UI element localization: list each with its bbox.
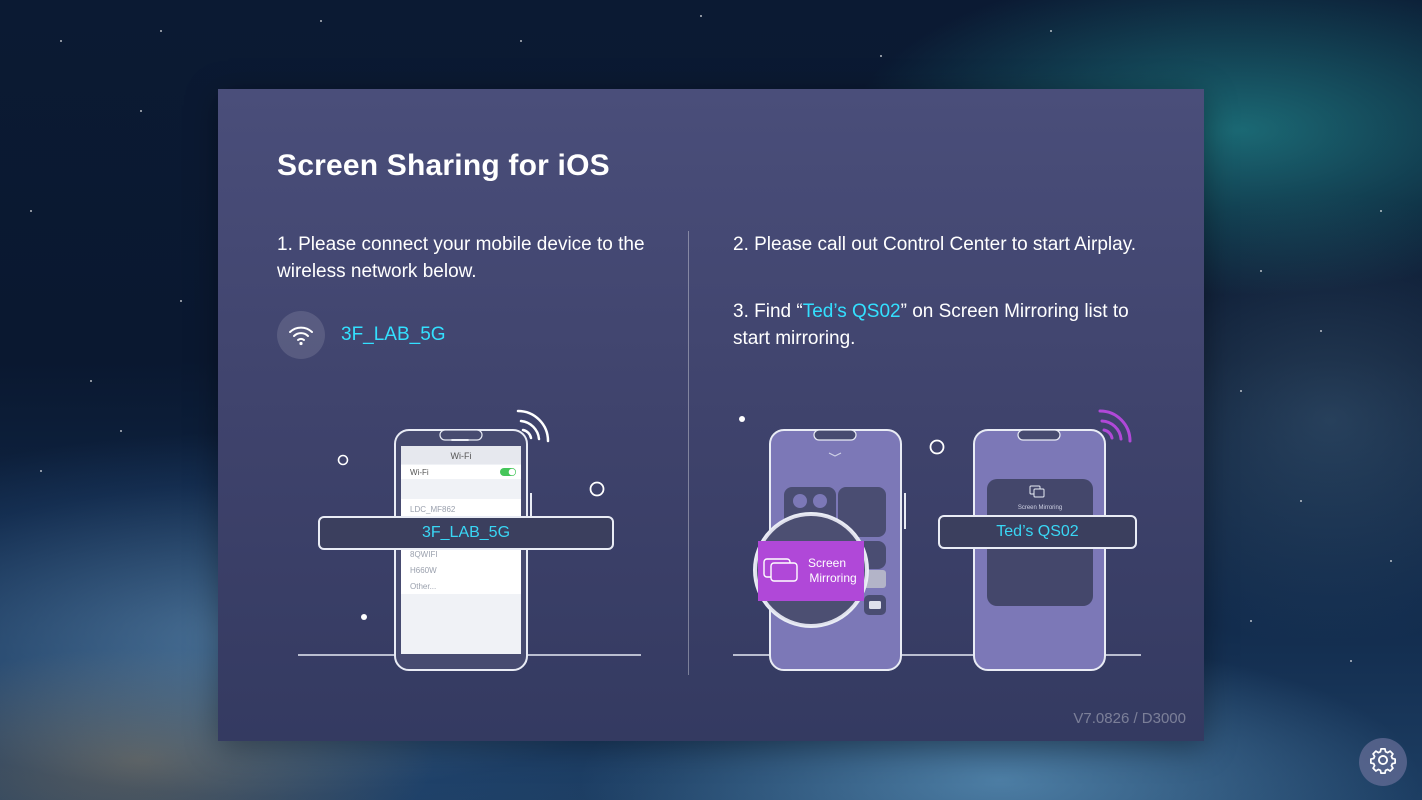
settings-button[interactable] bbox=[1359, 738, 1407, 786]
svg-text:Other...: Other... bbox=[410, 582, 436, 591]
svg-text:LDC_MF862: LDC_MF862 bbox=[410, 505, 456, 514]
gear-icon bbox=[1369, 746, 1397, 779]
svg-text:Wi-Fi: Wi-Fi bbox=[410, 468, 429, 477]
svg-text:H660W: H660W bbox=[410, 566, 437, 575]
illustrations: Wi-Fi Wi-Fi LDC_MF862 8QWIFI H660W Other… bbox=[298, 409, 1141, 671]
network-label-pill: 3F_LAB_5G bbox=[318, 516, 614, 550]
svg-text:Screen: Screen bbox=[808, 556, 846, 570]
screen-sharing-panel: Screen Sharing for iOS 1. Please connect… bbox=[218, 89, 1204, 741]
svg-text:Wi-Fi: Wi-Fi bbox=[451, 451, 472, 461]
device-label-pill: Ted’s QS02 bbox=[938, 515, 1137, 549]
svg-text:Mirroring: Mirroring bbox=[809, 571, 856, 585]
version-label: V7.0826 / D3000 bbox=[1073, 710, 1186, 727]
svg-text:Screen Mirroring: Screen Mirroring bbox=[1018, 505, 1062, 511]
svg-text:8QWIFI: 8QWIFI bbox=[410, 550, 438, 559]
